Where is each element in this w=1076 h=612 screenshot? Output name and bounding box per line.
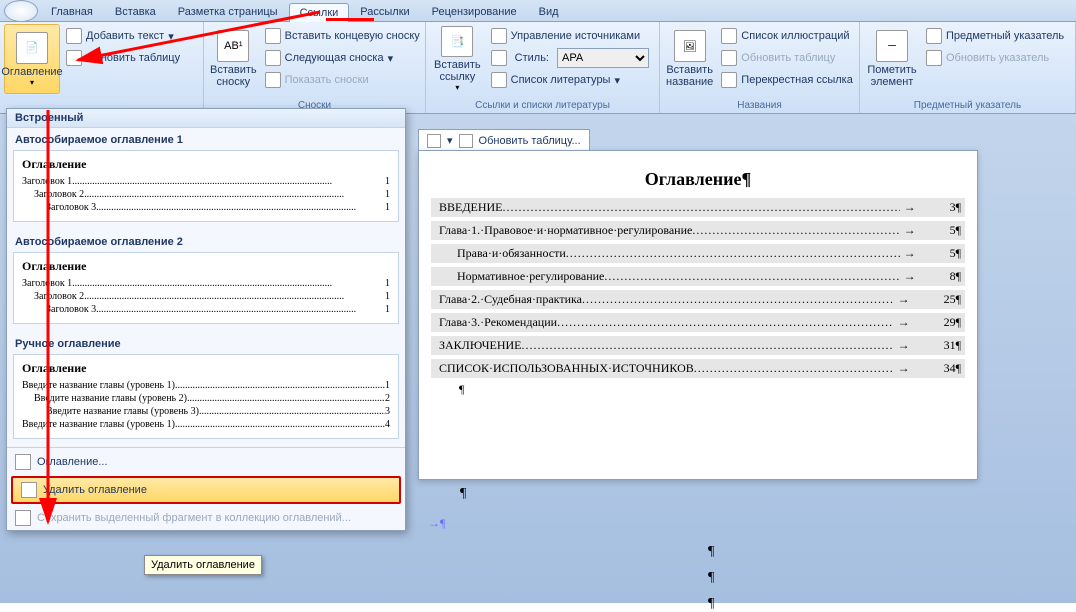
update-toc-button[interactable]: Обновить таблицу [64, 48, 186, 68]
insert-endnote-button[interactable]: Вставить концевую сноску [263, 26, 426, 46]
insert-footnote-button[interactable]: AB¹ Вставить сноску [208, 24, 259, 94]
add-text-icon [66, 28, 82, 44]
add-text-button[interactable]: Добавить текст ▾ [64, 26, 186, 46]
preview-manual[interactable]: Оглавление Введите название главы (урове… [13, 354, 399, 439]
toc-field-header[interactable]: ▾ Обновить таблицу... [418, 129, 590, 151]
tab-review[interactable]: Рецензирование [421, 2, 528, 21]
bibliography-icon [491, 72, 507, 88]
insert-citation-button[interactable]: 📑 Вставить ссылку ▾ [430, 24, 485, 94]
paragraph-mark: ¶ [708, 570, 714, 586]
update-index-button[interactable]: Обновить указатель [924, 48, 1070, 68]
chevron-down-icon: ▾ [447, 134, 453, 147]
paragraph-mark: ¶ [708, 544, 714, 560]
ribbon-tabs: Главная Вставка Разметка страницы Ссылки… [0, 0, 1076, 22]
cross-reference-button[interactable]: Перекрестная ссылка [719, 70, 859, 90]
toc-icon: 📄 [16, 32, 48, 64]
preview-auto2[interactable]: Оглавление Заголовок 11 Заголовок 21 Заг… [13, 252, 399, 324]
bibliography-button[interactable]: Список литературы ▾ [489, 70, 655, 90]
document-page[interactable]: Оглавление¶ ВВЕДЕНИЕ→3¶ Глава·1.·Правовое… [418, 150, 978, 480]
dropdown-section-auto1[interactable]: Автособираемое оглавление 1 [7, 128, 405, 150]
tab-home[interactable]: Главная [40, 2, 104, 21]
figure-list-icon [721, 28, 737, 44]
dropdown-header: Встроенный [7, 109, 405, 128]
annotation-underline [326, 18, 374, 21]
show-footnotes-button[interactable]: Показать сноски [263, 70, 426, 90]
next-footnote-icon [265, 50, 281, 66]
toc-field-icon [427, 134, 441, 148]
toc-entry[interactable]: ВВЕДЕНИЕ→3¶ [431, 198, 965, 217]
save-selection-icon [15, 510, 31, 526]
update-index-icon [926, 50, 942, 66]
group-label-captions: Названия [664, 98, 855, 113]
toc-entry[interactable]: СПИСОК·ИСПОЛЬЗОВАННЫХ·ИСТОЧНИКОВ→34¶ [431, 359, 965, 378]
mark-entry-button[interactable]: ─ Пометить элемент [864, 24, 920, 94]
update-captions-icon [721, 50, 737, 66]
endnote-icon [265, 28, 281, 44]
dropdown-section-manual[interactable]: Ручное оглавление [7, 332, 405, 354]
figure-list-button[interactable]: Список иллюстраций [719, 26, 859, 46]
menu-save-selection: Сохранить выделенный фрагмент в коллекци… [7, 506, 405, 530]
update-icon [66, 50, 82, 66]
style-icon [491, 50, 507, 66]
toc-dropdown: Встроенный Автособираемое оглавление 1 О… [6, 108, 406, 531]
manage-sources-button[interactable]: Управление источниками [489, 26, 655, 46]
paragraph-mark: ¶ [708, 596, 714, 612]
chevron-down-icon: ▾ [30, 78, 34, 87]
dropdown-section-auto2[interactable]: Автособираемое оглавление 2 [7, 230, 405, 252]
toc-title: Оглавление¶ [419, 151, 977, 198]
toc-custom-icon [15, 454, 31, 470]
tab-layout[interactable]: Разметка страницы [167, 2, 289, 21]
group-label-citations: Ссылки и списки литературы [430, 98, 655, 113]
toc-entry[interactable]: Нормативное·регулирование→8¶ [431, 267, 965, 286]
index-icon [926, 28, 942, 44]
citation-icon: 📑 [441, 26, 473, 57]
toc-entry[interactable]: Глава·3.·Рекомендации→29¶ [431, 313, 965, 332]
toc-entry[interactable]: Права·и·обязанности→5¶ [431, 244, 965, 263]
toc-entry[interactable]: Глава·2.·Судебная·практика→25¶ [431, 290, 965, 309]
insert-caption-button[interactable]: 🖼 Вставить название [664, 24, 715, 94]
tooltip-delete-toc: Удалить оглавление [144, 555, 262, 575]
tab-insert[interactable]: Вставка [104, 2, 167, 21]
chevron-down-icon: ▾ [455, 83, 459, 92]
update-field-icon [459, 134, 473, 148]
toc-button[interactable]: 📄 Оглавление ▾ [4, 24, 60, 94]
toc-entry[interactable]: ЗАКЛЮЧЕНИЕ→31¶ [431, 336, 965, 355]
paragraph-mark: ¶ [460, 486, 466, 502]
tab-mark: →¶ [428, 516, 445, 531]
menu-delete-toc[interactable]: Удалить оглавление [11, 476, 401, 504]
preview-auto1[interactable]: Оглавление Заголовок 11 Заголовок 21 Заг… [13, 150, 399, 222]
show-footnotes-icon [265, 72, 281, 88]
style-select[interactable]: APA [557, 48, 649, 68]
tab-view[interactable]: Вид [528, 2, 570, 21]
group-label-index: Предметный указатель [864, 98, 1071, 113]
toc-entry[interactable]: Глава·1.·Правовое·и·нормативное·регулиро… [431, 221, 965, 240]
mark-entry-icon: ─ [876, 30, 908, 62]
insert-index-button[interactable]: Предметный указатель [924, 26, 1070, 46]
update-field-label: Обновить таблицу... [479, 135, 581, 147]
menu-toc-custom[interactable]: Оглавление... [7, 450, 405, 474]
footnote-icon: AB¹ [217, 30, 249, 62]
office-button[interactable] [4, 0, 38, 22]
ribbon: 📄 Оглавление ▾ Добавить текст ▾ Обновить… [0, 22, 1076, 114]
manage-sources-icon [491, 28, 507, 44]
cross-ref-icon [721, 72, 737, 88]
paragraph-mark: ¶ [419, 382, 977, 397]
next-footnote-button[interactable]: Следующая сноска ▾ [263, 48, 426, 68]
update-captions-button[interactable]: Обновить таблицу [719, 48, 859, 68]
citation-style[interactable]: Стиль: APA [489, 48, 655, 68]
caption-icon: 🖼 [674, 30, 706, 62]
delete-toc-icon [21, 482, 37, 498]
